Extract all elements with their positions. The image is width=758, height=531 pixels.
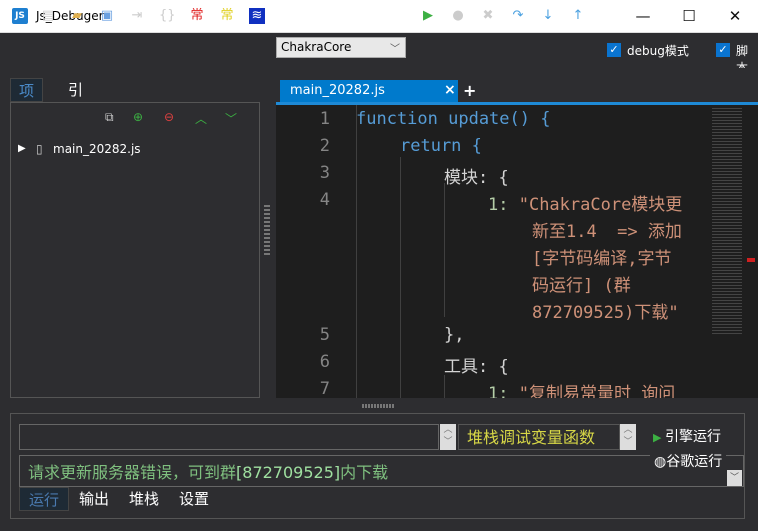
engine-run-button[interactable]: ▶ 引擎运行 <box>653 426 721 446</box>
tab-output[interactable]: 输出 <box>70 487 118 511</box>
command-input[interactable] <box>19 424 439 450</box>
run-icon[interactable]: ▶ <box>420 8 436 24</box>
copy-icon[interactable]: ⧉ <box>105 110 114 125</box>
step-into-icon[interactable]: ↓ <box>540 8 556 24</box>
app-icon: JS <box>12 8 28 24</box>
constant-yellow-icon[interactable]: 常 <box>219 8 235 24</box>
step-out-icon[interactable]: ↑ <box>570 8 586 24</box>
code-line: return { <box>400 136 482 156</box>
code-line-wrap: 新至1.4 => 添加 <box>532 222 682 242</box>
code-line: 1: "ChakraCore模块更 <box>488 195 683 215</box>
chevron-down-icon: ﹀ <box>390 44 400 55</box>
close-icon[interactable]: × <box>444 82 456 98</box>
tab-settings[interactable]: 设置 <box>170 487 218 511</box>
code-line: 工具: { <box>444 357 509 377</box>
code-line-wrap: 码运行] (群 <box>532 276 631 296</box>
chrome-run-button[interactable]: ◍谷歌运行 <box>650 451 727 471</box>
tab-run[interactable]: 运行 <box>19 487 70 511</box>
constant-red-icon[interactable]: 常 <box>189 8 205 24</box>
add-file-icon[interactable]: ⊕ <box>133 110 143 124</box>
close-button[interactable]: ✕ <box>712 0 758 33</box>
spinner-1[interactable]: ︿ ﹀ <box>440 424 456 450</box>
delete-file-icon[interactable]: ⊖ <box>164 110 174 124</box>
line-number: 3 <box>319 163 330 183</box>
new-file-icon[interactable]: ▤ <box>40 8 56 24</box>
code-line: function update() { <box>356 109 551 129</box>
line-number: 4 <box>319 190 330 210</box>
code-area[interactable]: 1 function update() { 2 return { 3 模块: {… <box>276 105 758 398</box>
step-over-icon[interactable]: ↷ <box>510 8 526 24</box>
code-line-wrap: 872709525)下载" <box>532 303 679 323</box>
output-box: 请求更新服务器错误，可到群[872709525]内下载 <box>19 455 744 487</box>
error-marker <box>747 258 755 262</box>
spinner-2[interactable]: ︿ ﹀ <box>620 424 636 450</box>
script-checkbox[interactable]: ✓ <box>716 43 730 57</box>
line-number: 2 <box>319 136 330 156</box>
output-scroll-down[interactable]: ﹀ <box>727 470 742 486</box>
tab-library[interactable]: 引库 <box>60 78 91 123</box>
breakpoint-icon[interactable]: ● <box>450 8 466 24</box>
expand-icon[interactable]: ▶ <box>18 143 26 154</box>
file-icon: ▯ <box>36 142 43 156</box>
debug-mode-label: debug模式 <box>627 44 689 58</box>
tree-item[interactable]: main_20282.js <box>53 142 141 156</box>
vertical-splitter[interactable] <box>264 205 270 255</box>
minimap[interactable] <box>712 106 742 336</box>
indent-icon[interactable]: ⇥ <box>129 8 145 24</box>
add-tab-icon[interactable]: + <box>463 81 476 100</box>
tab-stack[interactable]: 堆栈 <box>120 487 168 511</box>
move-up-icon[interactable]: ︿ <box>195 110 207 127</box>
easy-icon[interactable]: ≋ <box>249 8 265 24</box>
clear-breakpoints-icon[interactable]: ✖ <box>480 8 496 24</box>
line-number: 7 <box>319 379 330 398</box>
line-number: 6 <box>319 352 330 372</box>
play-icon: ▶ <box>653 431 665 444</box>
code-line: 模块: { <box>444 168 509 188</box>
horizontal-splitter[interactable] <box>362 404 394 408</box>
open-folder-icon[interactable]: ▰ <box>69 8 85 24</box>
stack-debug-label: 堆栈调试变量函数 <box>458 424 620 450</box>
code-line-wrap: [字节码编译,字节 <box>532 249 672 269</box>
engine-select[interactable]: ChakraCore ﹀ <box>276 37 406 58</box>
save-icon[interactable]: ▣ <box>99 8 115 24</box>
maximize-button[interactable]: ☐ <box>666 0 712 33</box>
code-line: }, <box>444 325 465 345</box>
tab-project[interactable]: 项目 <box>10 78 44 124</box>
debug-mode-checkbox[interactable]: ✓ <box>607 43 621 57</box>
braces-icon[interactable]: {} <box>159 8 176 24</box>
minimize-button[interactable]: — <box>620 0 666 33</box>
line-number: 5 <box>319 325 330 345</box>
globe-icon: ◍ <box>654 454 667 470</box>
tab-main-js[interactable]: main_20282.js <box>280 80 458 103</box>
line-number: 1 <box>319 109 330 129</box>
move-down-icon[interactable]: ﹀ <box>225 110 237 127</box>
code-line: 1: "复制易常量时 询问 <box>488 384 676 398</box>
